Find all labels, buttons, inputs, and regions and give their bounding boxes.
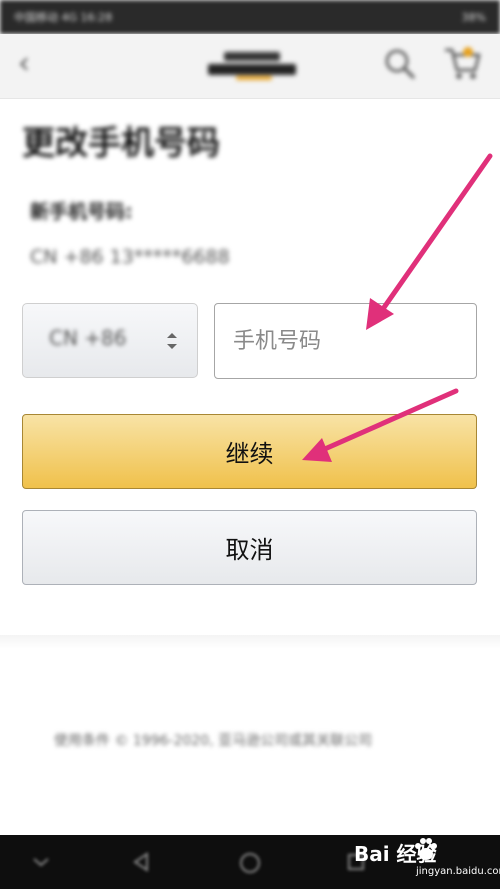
phone-number-input[interactable] <box>214 303 477 379</box>
status-right: 38% <box>461 10 486 24</box>
cancel-button[interactable]: 取消 <box>22 510 477 585</box>
country-code-select[interactable]: CN +86 <box>22 303 198 378</box>
current-number-label: 新手机号码: <box>30 201 133 223</box>
continue-button[interactable]: 继续 <box>22 414 477 489</box>
cart-icon[interactable] <box>442 44 482 82</box>
back-triangle-icon[interactable] <box>130 851 152 873</box>
search-icon[interactable] <box>384 48 416 80</box>
country-code-value: CN +86 <box>49 326 127 350</box>
status-bar: 中国移动 4G 16:28 38% <box>0 0 500 34</box>
select-updown-icon <box>167 333 177 349</box>
top-header: ‹ <box>0 34 500 99</box>
section-divider <box>0 635 500 649</box>
status-left: 中国移动 4G 16:28 <box>14 11 113 24</box>
menu-down-icon[interactable] <box>30 851 52 873</box>
footer-copyright: 使用条件 © 1996-2020, 亚马逊公司或其关联公司 <box>54 733 373 749</box>
home-circle-icon[interactable] <box>238 851 262 875</box>
current-number-value: CN +86 13*****6688 <box>30 246 230 268</box>
page-title: 更改手机号码 <box>22 123 220 162</box>
continue-button-label: 继续 <box>225 440 274 468</box>
cancel-button-label: 取消 <box>225 536 274 564</box>
amazon-logo[interactable] <box>206 50 298 82</box>
baidu-watermark: Bai 经验 <box>354 842 437 866</box>
baidu-watermark-url: jingyan.baidu.com <box>416 866 500 877</box>
chevron-left-icon[interactable]: ‹ <box>18 46 30 81</box>
